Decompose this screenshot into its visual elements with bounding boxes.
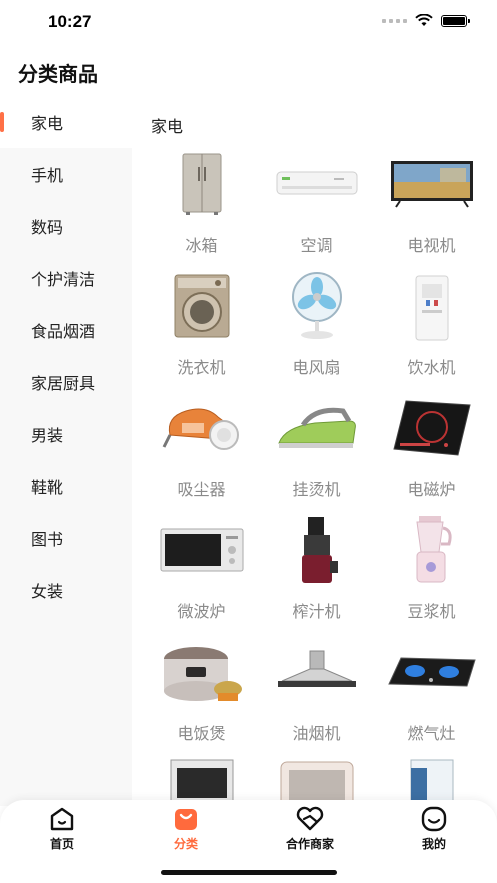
microwave-icon (157, 514, 247, 586)
induction-cooker-icon (387, 392, 477, 464)
product-grid: 冰箱 空调 电视机 洗衣机 电风扇 饮水机 吸尘器 挂烫机 电磁炉 微波炉 榨汁… (144, 148, 489, 806)
product-label: 榨汁机 (292, 602, 341, 621)
tab-me[interactable]: 我的 (389, 806, 479, 852)
washing-machine-icon (157, 270, 247, 342)
product-item-rice-cooker[interactable]: 电饭煲 (144, 636, 259, 743)
water-dispenser-icon (387, 270, 477, 342)
sidebar-item-appliances[interactable]: 家电 (0, 96, 132, 148)
product-item-partial[interactable] (259, 758, 374, 806)
sidebar-item-label: 数码 (31, 218, 64, 237)
section-title: 家电 (151, 117, 184, 136)
sidebar-item-label: 家电 (31, 114, 64, 133)
page-title: 分类商品 (18, 62, 98, 86)
tab-label: 分类 (173, 837, 198, 851)
vacuum-icon (157, 392, 247, 464)
juicer-icon (272, 514, 362, 586)
product-label: 空调 (300, 236, 333, 255)
product-item-vacuum[interactable]: 吸尘器 (144, 392, 259, 499)
status-time: 10:27 (48, 12, 92, 31)
sidebar-item-label: 男装 (31, 426, 64, 445)
signal-icon (382, 18, 407, 23)
sidebar-item-personal-care[interactable]: 个护清洁 (0, 252, 132, 304)
product-item-tv[interactable]: 电视机 (374, 148, 489, 255)
tab-home[interactable]: 首页 (17, 806, 107, 852)
product-item-water-dispenser[interactable]: 饮水机 (374, 270, 489, 377)
sidebar-item-label: 鞋靴 (31, 478, 64, 497)
status-icons (382, 14, 470, 27)
heart-handshake-icon (296, 806, 324, 831)
product-label: 电饭煲 (177, 724, 226, 743)
fan-icon (272, 270, 362, 342)
sidebar-item-label: 女装 (31, 582, 64, 601)
product-item-gas-stove[interactable]: 燃气灶 (374, 636, 489, 743)
dishwasher-icon (272, 758, 362, 806)
product-item-partial[interactable] (144, 758, 259, 806)
product-item-soymilk-maker[interactable]: 豆浆机 (374, 514, 489, 621)
product-label: 饮水机 (407, 358, 456, 377)
home-icon (50, 807, 74, 831)
product-item-induction-cooker[interactable]: 电磁炉 (374, 392, 489, 499)
tv-icon (387, 148, 477, 220)
product-label: 挂烫机 (292, 480, 341, 499)
wifi-icon (415, 14, 433, 26)
product-item-partial[interactable] (374, 758, 489, 806)
tab-label: 首页 (49, 837, 74, 851)
status-bar: 10:27 (0, 0, 497, 44)
sidebar-item-digital[interactable]: 数码 (0, 200, 132, 252)
battery-icon (441, 14, 470, 27)
product-item-microwave[interactable]: 微波炉 (144, 514, 259, 621)
gas-stove-icon (387, 636, 477, 708)
category-bag-icon (175, 809, 197, 830)
rice-cooker-icon (157, 636, 247, 708)
disinfection-cabinet-icon (157, 758, 247, 806)
product-label: 油烟机 (292, 724, 341, 743)
iron-icon (272, 392, 362, 464)
smile-profile-icon (421, 806, 447, 832)
sidebar-item-label: 图书 (31, 530, 64, 549)
water-purifier-icon (387, 758, 477, 806)
tab-category[interactable]: 分类 (141, 806, 231, 852)
sidebar-item-menswear[interactable]: 男装 (0, 408, 132, 460)
category-sidebar: 家电 手机 数码 个护清洁 食品烟酒 家居厨具 男装 鞋靴 图书 女装 (0, 96, 132, 806)
product-item-fridge[interactable]: 冰箱 (144, 148, 259, 255)
fridge-icon (157, 148, 247, 220)
sidebar-item-phones[interactable]: 手机 (0, 148, 132, 200)
product-label: 吸尘器 (177, 480, 226, 499)
sidebar-item-label: 食品烟酒 (31, 322, 96, 341)
sidebar-item-books[interactable]: 图书 (0, 512, 132, 564)
tab-label: 我的 (421, 837, 446, 851)
sidebar-item-label: 家居厨具 (31, 374, 96, 393)
blender-icon (387, 514, 477, 586)
sidebar-item-womenswear[interactable]: 女装 (0, 564, 132, 616)
sidebar-item-home-kitchen[interactable]: 家居厨具 (0, 356, 132, 408)
product-item-fan[interactable]: 电风扇 (259, 270, 374, 377)
product-label: 豆浆机 (407, 602, 456, 621)
product-label: 洗衣机 (177, 358, 226, 377)
active-marker (0, 112, 4, 132)
sidebar-item-food-tobacco[interactable]: 食品烟酒 (0, 304, 132, 356)
sidebar-item-label: 手机 (31, 166, 64, 185)
product-label: 电风扇 (292, 358, 341, 377)
product-item-range-hood[interactable]: 油烟机 (259, 636, 374, 743)
air-conditioner-icon (272, 148, 362, 220)
product-label: 电视机 (407, 236, 456, 255)
home-indicator (161, 870, 337, 875)
tab-partners[interactable]: 合作商家 (265, 806, 355, 852)
product-item-washing-machine[interactable]: 洗衣机 (144, 270, 259, 377)
sidebar-item-label: 个护清洁 (31, 270, 96, 289)
product-label: 燃气灶 (407, 724, 456, 743)
tab-label: 合作商家 (285, 837, 334, 851)
sidebar-item-shoes[interactable]: 鞋靴 (0, 460, 132, 512)
product-item-iron[interactable]: 挂烫机 (259, 392, 374, 499)
product-label: 微波炉 (177, 602, 226, 621)
product-label: 电磁炉 (407, 480, 456, 499)
product-item-juicer[interactable]: 榨汁机 (259, 514, 374, 621)
range-hood-icon (272, 636, 362, 708)
product-label: 冰箱 (185, 236, 218, 255)
category-content: 家电 冰箱 空调 电视机 洗衣机 电风扇 饮水机 吸尘器 挂烫机 电磁炉 微波炉… (132, 96, 497, 806)
product-item-air-conditioner[interactable]: 空调 (259, 148, 374, 255)
